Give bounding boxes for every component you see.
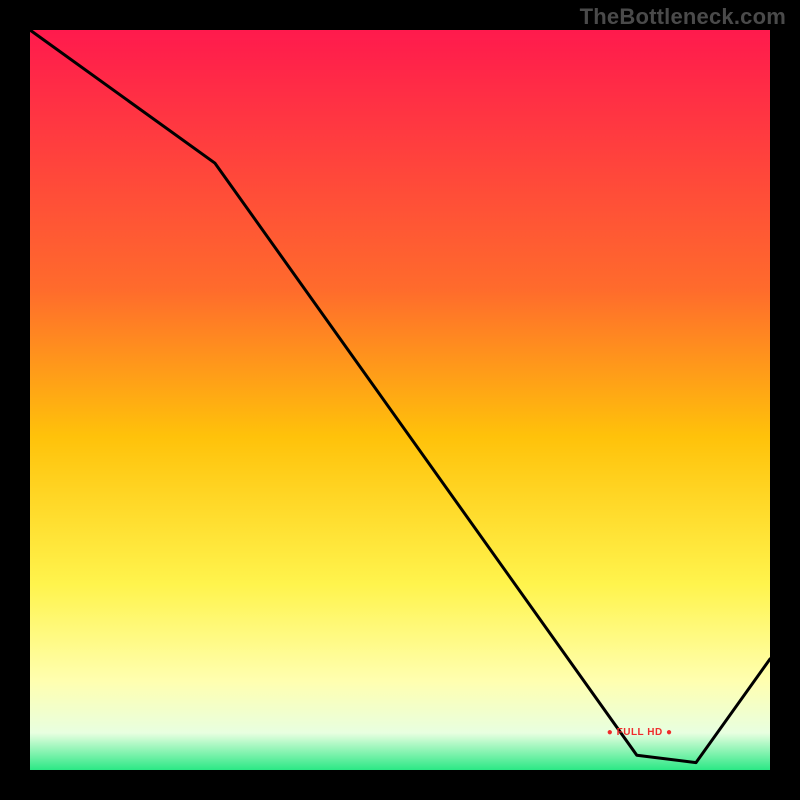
plot-area: ● FULL HD ●	[30, 30, 770, 770]
watermark: TheBottleneck.com	[580, 4, 786, 30]
annotation-fullhd: ● FULL HD ●	[607, 727, 673, 738]
plot-inner: ● FULL HD ●	[30, 30, 770, 770]
chart-svg	[30, 30, 770, 770]
gradient-background	[30, 30, 770, 770]
